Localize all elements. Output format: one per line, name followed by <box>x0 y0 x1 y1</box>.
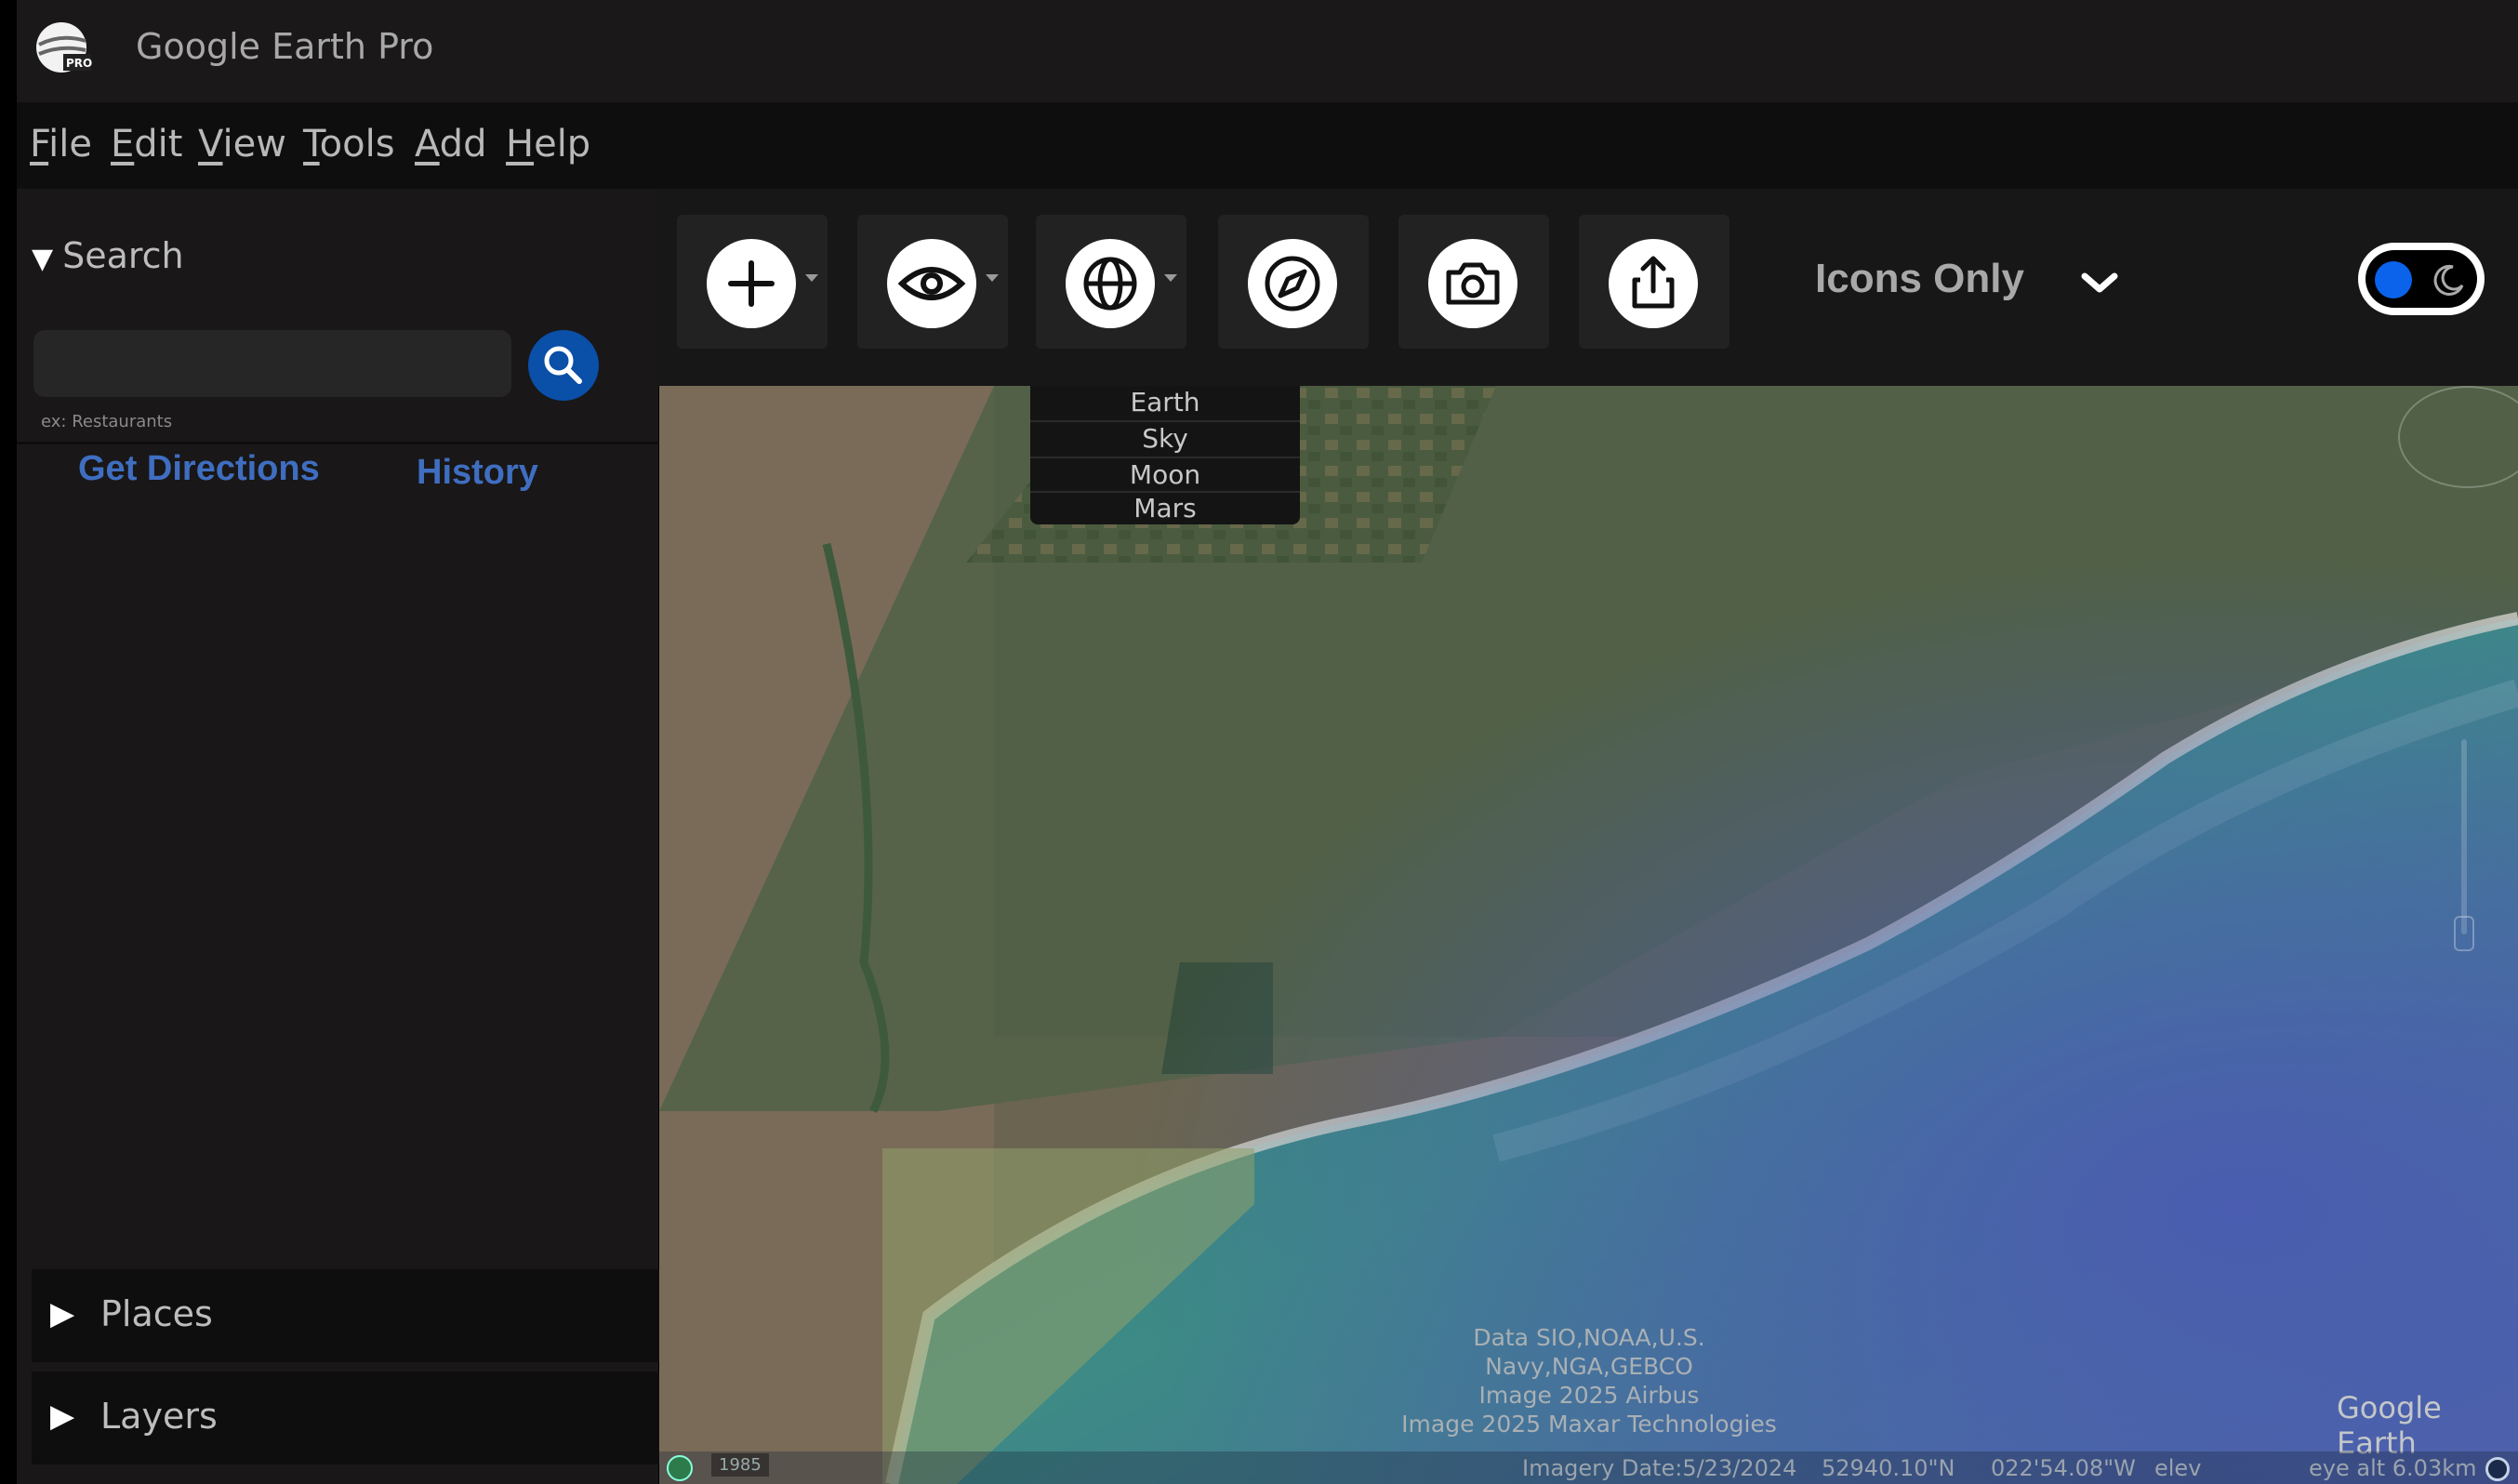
moon-icon <box>2433 264 2464 296</box>
triangle-right-icon: ▶ <box>50 1398 75 1435</box>
menu-help[interactable]: Help <box>506 123 590 166</box>
app-logo: PRO <box>35 20 93 74</box>
planet-dropdown-menu: Earth Sky Moon Mars <box>1030 386 1300 524</box>
theme-toggle[interactable] <box>2358 243 2485 315</box>
zoom-slider-thumb[interactable] <box>2454 916 2474 951</box>
search-icon <box>544 346 582 384</box>
search-section-toggle[interactable]: ▼ Search <box>32 235 184 276</box>
planet-option-earth[interactable]: Earth <box>1030 386 1300 419</box>
dropdown-caret-icon <box>805 274 818 282</box>
attribution-line: Data SIO,NOAA,U.S. Navy,NGA,GEBCO <box>1473 1324 1705 1380</box>
title-bar: PRO Google Earth Pro <box>17 0 2518 102</box>
places-label: Places <box>100 1293 213 1334</box>
map-view[interactable]: Data SIO,NOAA,U.S. Navy,NGA,GEBCO Image … <box>659 386 2518 1484</box>
app-title: Google Earth Pro <box>136 26 434 67</box>
add-icon <box>728 260 775 307</box>
historical-imagery-clock-icon[interactable] <box>667 1455 693 1481</box>
eye-icon <box>897 267 966 300</box>
zoom-slider[interactable] <box>2461 739 2467 934</box>
status-globe-icon <box>2485 1457 2510 1481</box>
layers-label: Layers <box>100 1396 218 1437</box>
timeline-year: 1985 <box>711 1453 769 1477</box>
globe-icon <box>1083 257 1137 311</box>
camera-icon <box>1446 262 1500 305</box>
google-earth-watermark: Google Earth <box>2337 1390 2442 1461</box>
attribution-line: Image 2025 Maxar Technologies <box>1401 1411 1777 1438</box>
latitude-readout: 52940.10"N <box>1822 1455 1955 1481</box>
get-directions-link[interactable]: Get Directions <box>78 449 320 489</box>
search-button[interactable] <box>528 330 599 401</box>
compass-icon <box>1265 256 1320 311</box>
attribution-line: Image 2025 Airbus <box>1478 1382 1700 1409</box>
triangle-down-icon: ▼ <box>32 243 54 275</box>
menu-edit[interactable]: Edit <box>111 123 182 166</box>
menu-file[interactable]: File <box>30 123 92 166</box>
dropdown-caret-icon <box>1164 274 1177 282</box>
view-button[interactable] <box>857 215 1008 349</box>
chevron-down-icon[interactable] <box>2079 269 2120 300</box>
add-button[interactable] <box>677 215 828 349</box>
planet-option-mars[interactable]: Mars <box>1030 492 1300 525</box>
dropdown-caret-icon <box>986 274 999 282</box>
toolbar: Icons Only <box>656 189 2518 386</box>
sidebar: ▼ Search ex: Restaurants Get Directions H… <box>17 189 679 1484</box>
planet-option-moon[interactable]: Moon <box>1030 458 1300 492</box>
longitude-readout: 022'54.08"W <box>1991 1455 2136 1481</box>
svg-text:PRO: PRO <box>66 57 92 70</box>
places-panel-toggle[interactable]: ▶ Places <box>32 1269 679 1362</box>
toggle-knob <box>2375 261 2412 298</box>
eye-altitude-readout: eye alt 6.03km <box>2309 1455 2477 1481</box>
search-hint: ex: Restaurants <box>41 412 173 431</box>
planet-option-sky[interactable]: Sky <box>1030 422 1300 456</box>
menu-tools[interactable]: Tools <box>303 123 395 166</box>
share-icon <box>1632 256 1675 309</box>
compass-button[interactable] <box>1218 215 1369 349</box>
search-input[interactable] <box>33 330 511 397</box>
planet-button[interactable] <box>1036 215 1186 349</box>
elevation-readout: elev <box>2154 1455 2202 1481</box>
history-link[interactable]: History <box>417 453 538 493</box>
share-button[interactable] <box>1579 215 1729 349</box>
camera-button[interactable] <box>1398 215 1549 349</box>
search-section-label: Search <box>62 235 184 276</box>
satellite-imagery <box>659 386 2518 1484</box>
triangle-right-icon: ▶ <box>50 1295 75 1332</box>
menu-view[interactable]: View <box>198 123 286 166</box>
layers-panel-toggle[interactable]: ▶ Layers <box>32 1371 679 1464</box>
imagery-date: Imagery Date:5/23/2024 <box>1522 1455 1797 1481</box>
imagery-attribution: Data SIO,NOAA,U.S. Navy,NGA,GEBCO Image … <box>1385 1323 1794 1438</box>
divider <box>17 442 658 444</box>
display-mode-select[interactable]: Icons Only <box>1815 256 2024 302</box>
menu-bar: File Edit View Tools Add Help <box>17 102 2518 189</box>
menu-add[interactable]: Add <box>415 123 486 166</box>
